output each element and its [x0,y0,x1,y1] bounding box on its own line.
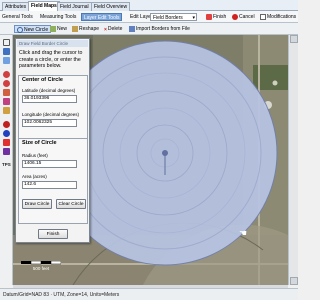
cancel-icon [232,13,238,20]
status-bar: Datum/Grid=NAD 83 · UTM, Zone=14, Units=… [0,288,298,300]
pan-icon[interactable] [3,48,10,55]
tab-bar: Attributes Field Maps Field Journal Fiel… [0,0,298,11]
gps-icon[interactable] [3,121,10,128]
reshape-label: Reshape [79,26,100,32]
finish-button[interactable]: Finish [38,229,68,239]
chevron-down-icon: ▾ [192,15,195,21]
modifications-button[interactable]: Modifications [260,13,296,21]
import-borders-button[interactable]: Import Borders from File [129,25,190,33]
new-button[interactable]: New [50,25,67,33]
area-label: Area (acres) [22,174,47,179]
layer-edit-tools-tab[interactable]: Layer Edit Tools [81,13,123,21]
edit-layer-value: Field Borders [153,15,183,21]
tps-label: TPS [2,162,11,167]
edit-layer-dropdown[interactable]: Field Borders ▾ [150,13,197,21]
zoom-next-icon[interactable] [3,107,10,114]
import-borders-label: Import Borders from File [136,26,190,32]
info-icon[interactable] [3,57,10,64]
delete-label: Delete [107,26,123,32]
reshape-icon [72,25,78,32]
area-field[interactable]: 142.6 [22,181,77,189]
zoom-previous-icon[interactable] [3,98,10,105]
modifications-label: Modifications [267,14,297,20]
scale-bar: 500 feet [21,261,61,271]
zoom-extent-icon[interactable] [3,89,10,96]
zoom-out-icon[interactable] [3,80,10,87]
tab-field-overview[interactable]: Field Overview [91,2,131,11]
size-of-circle-group: Size of Circle Radius (feet) 1406.15 Are… [18,138,88,224]
gps-center-icon[interactable] [3,130,10,137]
size-group-title: Size of Circle [22,140,57,146]
delete-button[interactable]: ×Delete [104,25,122,33]
circle-icon [17,26,23,33]
tab-field-journal[interactable]: Field Journal [57,2,92,11]
latitude-label: Latitude (decimal degrees) [22,88,76,93]
scroll-up-button[interactable] [290,35,298,43]
radius-label: Radius (feet) [22,153,48,158]
draw-circle-panel: Draw Field Border Circle Click and drag … [15,38,90,243]
new-circle-button[interactable]: New Circle [14,25,52,33]
map-tool-strip: TPS [0,35,13,285]
draw-circle-button[interactable]: Draw Circle [22,199,52,209]
new-label: New [57,26,68,32]
center-group-title: Center of Circle [22,77,63,83]
scale-bar-graphic [21,261,61,265]
new-circle-label: New Circle [24,27,49,33]
cancel-label: Cancel [239,14,255,20]
edit-toolbar: New Circle New Reshape ×Delete Import Bo… [0,23,298,35]
tab-attributes[interactable]: Attributes [2,2,30,11]
status-text: Datum/Grid=NAD 83 · UTM, Zone=14, Units=… [3,292,120,298]
import-icon [129,25,135,32]
longitude-label: Longitude (decimal degrees) [22,112,80,117]
select-arrow-icon[interactable] [3,39,10,46]
measuring-tools-tab[interactable]: Measuring Tools [40,13,76,21]
main-toolbar: General Tools Measuring Tools Layer Edit… [0,11,298,23]
finish-label: Finish [213,14,227,20]
reshape-button[interactable]: Reshape [72,25,99,33]
gps-track-icon[interactable] [3,139,10,146]
hand-cursor-icon: ☚ [239,228,248,238]
panel-instructions: Click and drag the cursor to create a ci… [19,50,83,70]
finish-icon [206,13,212,20]
finish-toolbar-button[interactable]: Finish [206,13,226,21]
scale-bar-label: 500 feet [32,266,50,271]
general-tools-tab[interactable]: General Tools [2,13,33,21]
panel-title: Draw Field Border Circle [17,40,88,47]
modifications-icon [260,13,266,20]
zoom-in-icon[interactable] [3,71,10,78]
scroll-down-button[interactable] [290,277,298,285]
vertical-scrollbar[interactable] [288,35,298,285]
tab-field-maps[interactable]: Field Maps [28,1,60,11]
new-shape-icon [50,25,56,32]
longitude-field[interactable]: 102.0062325 [22,119,77,127]
cancel-toolbar-button[interactable]: Cancel [232,13,255,21]
gps-settings-icon[interactable] [3,148,10,155]
clear-circle-button[interactable]: Clear Circle [56,199,86,209]
radius-field[interactable]: 1406.15 [22,160,77,168]
delete-icon: × [104,26,107,33]
latitude-field[interactable]: 36.0193396 [22,95,77,103]
